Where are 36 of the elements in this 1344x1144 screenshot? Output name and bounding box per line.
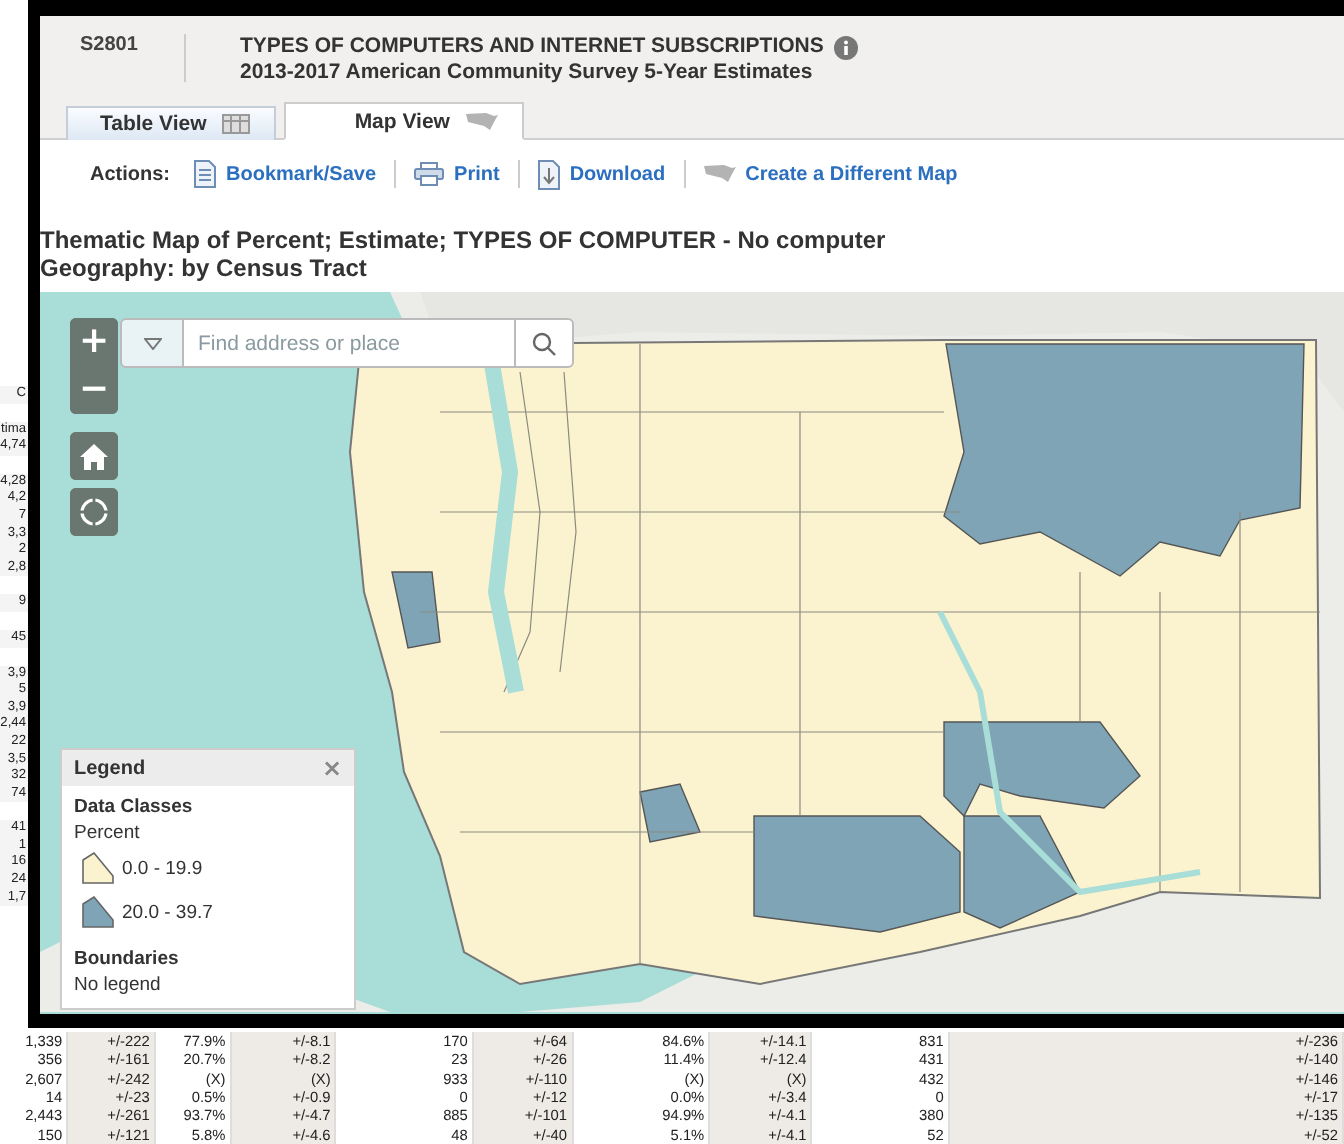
action-link[interactable]: Bookmark/Save — [194, 160, 377, 188]
printer-icon — [414, 162, 445, 186]
search-button[interactable] — [514, 318, 574, 368]
dropdown-button[interactable] — [120, 318, 184, 368]
report-subtitle: 2013-2017 American Community Survey 5-Year Estimates — [240, 60, 813, 84]
close-button[interactable]: × — [321, 756, 342, 780]
locate-button[interactable] — [70, 488, 118, 536]
view-tab[interactable]: Map View — [284, 102, 524, 140]
caret-icon — [143, 337, 161, 349]
legend-class-label: 20.0 - 39.7 — [122, 901, 213, 923]
report-title: TYPES OF COMPUTERS AND INTERNET SUBSCRIPTIONS — [240, 34, 824, 60]
actions-label: Actions: — [90, 163, 170, 185]
legend-text: No legend — [74, 974, 163, 996]
map-title: Geography: by Census Tract — [40, 254, 369, 282]
map-icon — [465, 111, 498, 131]
legend-heading: Boundaries — [74, 948, 181, 970]
search-icon — [532, 331, 556, 355]
action-link[interactable]: Create a Different Map — [703, 163, 958, 185]
crosshair-icon — [78, 496, 110, 528]
map-icon — [703, 164, 736, 184]
search-field[interactable]: Find address or place — [184, 318, 514, 368]
info-icon[interactable] — [833, 35, 858, 59]
download-icon — [537, 159, 560, 189]
legend-title: Legend — [74, 757, 146, 779]
grid-icon — [222, 114, 251, 134]
action-link[interactable]: Download — [537, 159, 666, 189]
house-icon — [80, 443, 108, 469]
document-icon — [194, 160, 216, 188]
home-button[interactable] — [70, 432, 118, 480]
view-tab[interactable]: Table View — [66, 106, 277, 140]
legend-class-label: 0.0 - 19.9 — [122, 857, 203, 879]
legend-heading: Data Classes — [74, 796, 195, 818]
action-link[interactable]: Print — [414, 162, 500, 186]
map-title: Thematic Map of Percent; Estimate; TYPES OF COMPUTER - No computer — [40, 226, 888, 254]
table-id: S2801 — [78, 34, 140, 60]
legend-unit: Percent — [74, 822, 142, 844]
